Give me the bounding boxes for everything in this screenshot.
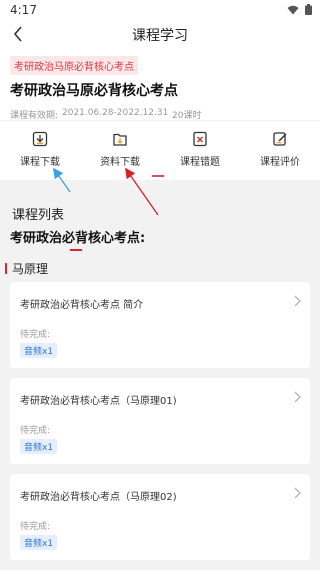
course-review-button[interactable]: 课程评价	[245, 131, 315, 168]
course-review-label: 课程评价	[260, 157, 300, 168]
list-section-title: 课程列表	[12, 208, 65, 223]
material-download-label: 资料下载	[100, 157, 140, 168]
page-title: 课程学习	[132, 28, 188, 44]
group-title: 马原理	[12, 262, 49, 276]
audio-badge: 音频x1	[20, 439, 58, 454]
group-accent-bar	[5, 263, 7, 274]
lesson-pending: 待完成:	[20, 522, 51, 532]
nav-bar: 课程学习	[0, 20, 320, 50]
course-list: 课程列表 考研政治必背核心考点: 马原理 考研政治必背核心考点 简介 待完成: …	[0, 182, 320, 570]
course-review-icon	[273, 132, 287, 146]
wrong-questions-label: 课程错题	[180, 157, 220, 168]
course-validity: 课程有效期: 2021.06.28-2022.12.31 20课时	[10, 108, 310, 121]
status-time: 4:17	[10, 3, 37, 17]
lesson-title: 考研政治必背核心考点（马原理02)	[20, 492, 177, 503]
material-download-button[interactable]: 资料下载	[85, 131, 155, 168]
course-tag: 考研政治马原必背核心考点	[10, 56, 138, 75]
wifi-icon	[287, 5, 299, 15]
list-sub-title: 考研政治必背核心考点:	[10, 231, 146, 246]
lesson-card[interactable]: 考研政治必背核心考点（马原理02) 待完成: 音频x1	[10, 474, 310, 560]
lesson-card[interactable]: 考研政治必背核心考点（马原理01) 待完成: 音频x1	[10, 378, 310, 464]
lesson-title: 考研政治必背核心考点（马原理01)	[20, 396, 177, 407]
action-row: 课程下载 资料下载 课程错题 课程评价	[0, 120, 320, 180]
wrong-questions-icon	[193, 131, 207, 147]
course-header: 考研政治马原必背核心考点 考研政治马原必背核心考点 课程有效期: 2021.06…	[0, 50, 320, 121]
chevron-right-icon	[294, 391, 301, 403]
lesson-pending: 待完成:	[20, 426, 51, 436]
chevron-right-icon	[294, 295, 301, 307]
chevron-right-icon	[294, 487, 301, 499]
audio-badge: 音频x1	[20, 343, 58, 358]
audio-badge: 音频x1	[20, 535, 58, 550]
status-icons	[287, 4, 312, 15]
highlight-underline	[70, 249, 82, 251]
course-download-button[interactable]: 课程下载	[5, 131, 75, 168]
course-download-icon	[32, 131, 48, 147]
lesson-pending: 待完成:	[20, 330, 51, 340]
course-download-label: 课程下载	[20, 157, 60, 168]
lesson-card[interactable]: 考研政治必背核心考点 简介 待完成: 音频x1	[10, 282, 310, 368]
material-download-icon	[113, 133, 127, 146]
validity-dates: 2021.06.28-2022.12.31	[62, 108, 169, 118]
wrong-questions-button[interactable]: 课程错题	[165, 131, 235, 168]
lesson-title: 考研政治必背核心考点 简介	[20, 300, 144, 311]
course-title: 考研政治马原必背核心考点	[10, 83, 178, 99]
battery-icon	[305, 4, 312, 15]
status-bar: 4:17	[0, 0, 320, 20]
